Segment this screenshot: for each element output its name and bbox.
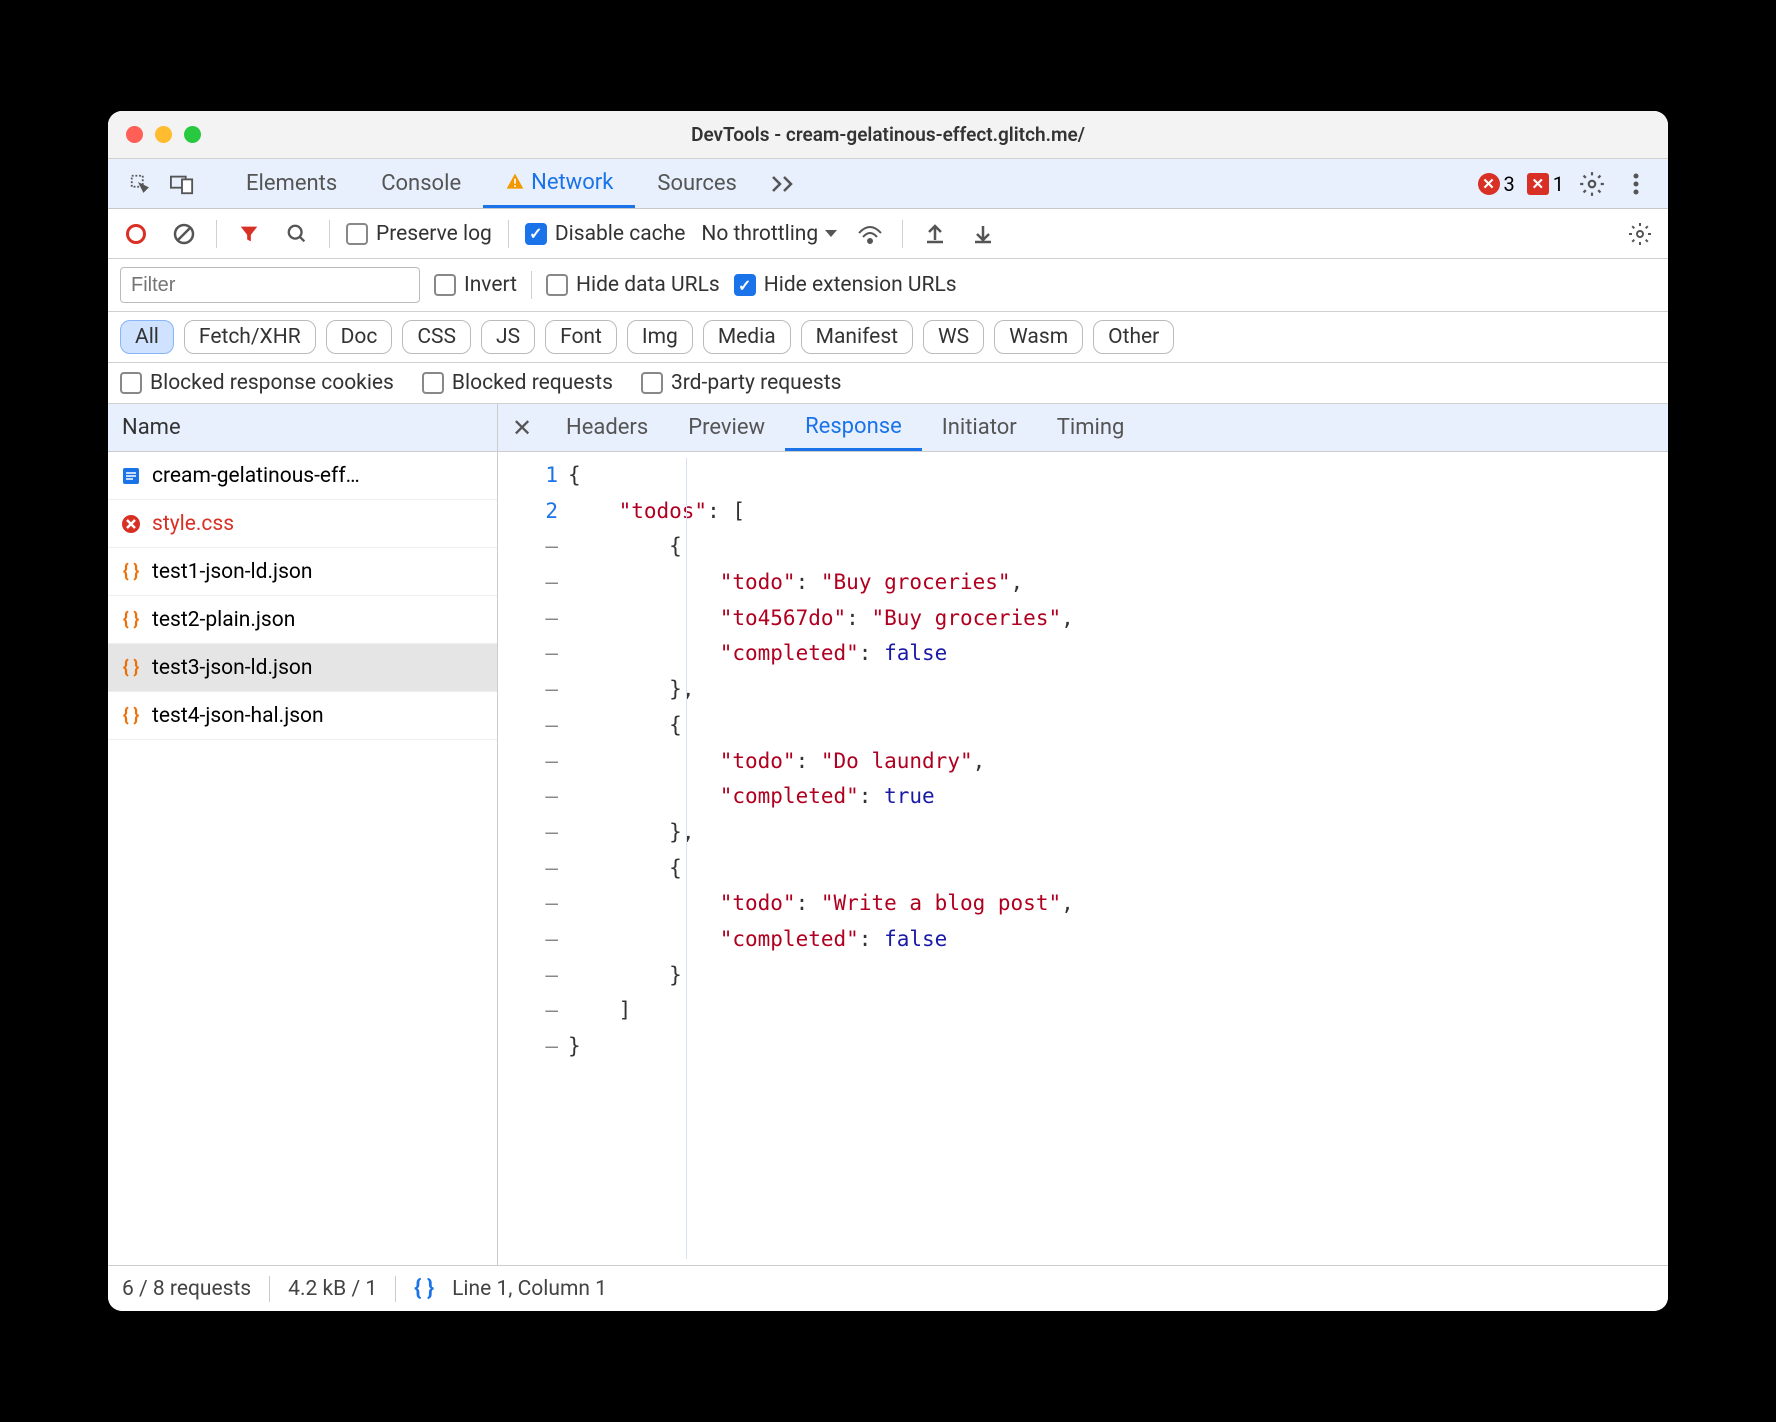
pretty-print-icon[interactable]: { } [414, 1276, 434, 1301]
file-type-icon [120, 465, 142, 487]
request-row[interactable]: { } test4-json-hal.json [108, 692, 497, 740]
blocked-requests-checkbox[interactable]: Blocked requests [422, 371, 613, 395]
response-body[interactable]: 12––––––––––––––– { "todos": [ { "todo":… [498, 452, 1668, 1265]
filter-pill-ws[interactable]: WS [923, 320, 984, 354]
errors-count: 3 [1504, 172, 1515, 196]
request-list: Name cream-gelatinous-eff… style.css { } te… [108, 404, 498, 1265]
search-icon[interactable] [281, 218, 313, 250]
request-row[interactable]: cream-gelatinous-eff… [108, 452, 497, 500]
detail-panel: ✕ HeadersPreviewResponseInitiatorTiming … [498, 404, 1668, 1265]
main-tabbar: ElementsConsoleNetworkSources ✕ 3 ✕ 1 [108, 159, 1668, 209]
errors-badge[interactable]: ✕ 3 [1478, 172, 1515, 196]
preserve-log-checkbox[interactable]: Preserve log [346, 222, 492, 246]
request-name: test4-json-hal.json [152, 704, 324, 728]
file-type-icon: { } [120, 705, 142, 727]
filter-pill-doc[interactable]: Doc [326, 320, 393, 354]
zoom-window-button[interactable] [184, 126, 201, 143]
transfer-size: 4.2 kB / 1 [288, 1277, 377, 1301]
request-name: cream-gelatinous-eff… [152, 464, 360, 488]
filter-pill-css[interactable]: CSS [402, 320, 471, 354]
filter-pill-manifest[interactable]: Manifest [801, 320, 913, 354]
request-name: test2-plain.json [152, 608, 295, 632]
issues-badge[interactable]: ✕ 1 [1527, 172, 1564, 196]
throttling-dropdown[interactable]: No throttling [701, 222, 838, 246]
window-title: DevTools - cream-gelatinous-effect.glitc… [124, 123, 1652, 146]
extra-filters-bar: Blocked response cookies Blocked request… [108, 363, 1668, 404]
import-har-icon[interactable] [919, 218, 951, 250]
filter-pill-media[interactable]: Media [703, 320, 791, 354]
close-detail-icon[interactable]: ✕ [498, 404, 546, 451]
disable-cache-checkbox[interactable]: Disable cache [525, 222, 686, 246]
issues-count: 1 [1553, 172, 1564, 196]
filter-pill-js[interactable]: JS [481, 320, 535, 354]
filter-pill-all[interactable]: All [120, 320, 174, 354]
detail-tab-preview[interactable]: Preview [668, 404, 785, 451]
filter-pill-fetchxhr[interactable]: Fetch/XHR [184, 320, 316, 354]
request-name: test3-json-ld.json [152, 656, 312, 680]
request-row[interactable]: { } test1-json-ld.json [108, 548, 497, 596]
inspect-element-icon[interactable] [124, 168, 156, 200]
minimize-window-button[interactable] [155, 126, 172, 143]
error-icon: ✕ [1478, 173, 1500, 195]
detail-tab-response[interactable]: Response [785, 404, 922, 451]
requests-count: 6 / 8 requests [122, 1277, 251, 1301]
request-name: test1-json-ld.json [152, 560, 312, 584]
filter-pill-other[interactable]: Other [1093, 320, 1174, 354]
detail-tabs: ✕ HeadersPreviewResponseInitiatorTiming [498, 404, 1668, 452]
tab-network[interactable]: Network [483, 159, 635, 208]
invert-checkbox[interactable]: Invert [434, 273, 517, 297]
filter-toolbar: Invert Hide data URLs Hide extension URL… [108, 259, 1668, 312]
third-party-checkbox[interactable]: 3rd-party requests [641, 371, 841, 395]
main-area: Name cream-gelatinous-eff… style.css { } te… [108, 404, 1668, 1265]
file-type-icon [120, 513, 142, 535]
filter-pill-wasm[interactable]: Wasm [994, 320, 1083, 354]
more-menu-icon[interactable] [1620, 168, 1652, 200]
export-har-icon[interactable] [967, 218, 999, 250]
tab-console[interactable]: Console [359, 159, 483, 208]
filter-pill-img[interactable]: Img [627, 320, 693, 354]
devtools-window: DevTools - cream-gelatinous-effect.glitc… [108, 111, 1668, 1311]
file-type-icon: { } [120, 561, 142, 583]
close-window-button[interactable] [126, 126, 143, 143]
hide-data-urls-checkbox[interactable]: Hide data URLs [546, 273, 720, 297]
settings-icon[interactable] [1576, 168, 1608, 200]
tab-elements[interactable]: Elements [224, 159, 359, 208]
detail-tab-headers[interactable]: Headers [546, 404, 668, 451]
issue-icon: ✕ [1527, 173, 1549, 195]
clear-button[interactable] [168, 218, 200, 250]
request-name: style.css [152, 512, 234, 536]
blocked-cookies-checkbox[interactable]: Blocked response cookies [120, 371, 394, 395]
more-tabs-icon[interactable] [767, 168, 799, 200]
network-toolbar: Preserve log Disable cache No throttling [108, 209, 1668, 259]
tab-sources[interactable]: Sources [635, 159, 759, 208]
request-row[interactable]: style.css [108, 500, 497, 548]
filter-toggle-icon[interactable] [233, 218, 265, 250]
warning-icon [505, 172, 525, 192]
statusbar: 6 / 8 requests 4.2 kB / 1 { } Line 1, Co… [108, 1265, 1668, 1311]
detail-tab-timing[interactable]: Timing [1037, 404, 1145, 451]
name-column-header[interactable]: Name [108, 404, 497, 452]
file-type-icon: { } [120, 657, 142, 679]
filter-input[interactable] [120, 267, 420, 303]
network-conditions-icon[interactable] [854, 218, 886, 250]
traffic-lights [126, 126, 201, 143]
hide-extension-urls-checkbox[interactable]: Hide extension URLs [734, 273, 957, 297]
cursor-position: Line 1, Column 1 [452, 1277, 607, 1301]
network-settings-icon[interactable] [1624, 218, 1656, 250]
file-type-icon: { } [120, 609, 142, 631]
titlebar: DevTools - cream-gelatinous-effect.glitc… [108, 111, 1668, 159]
request-row[interactable]: { } test2-plain.json [108, 596, 497, 644]
device-toolbar-icon[interactable] [166, 168, 198, 200]
request-row[interactable]: { } test3-json-ld.json [108, 644, 497, 692]
detail-tab-initiator[interactable]: Initiator [922, 404, 1037, 451]
type-filter-bar: All Fetch/XHR Doc CSS JS Font Img Media Manifest… [108, 312, 1668, 363]
filter-pill-font[interactable]: Font [545, 320, 617, 354]
record-button[interactable] [120, 218, 152, 250]
